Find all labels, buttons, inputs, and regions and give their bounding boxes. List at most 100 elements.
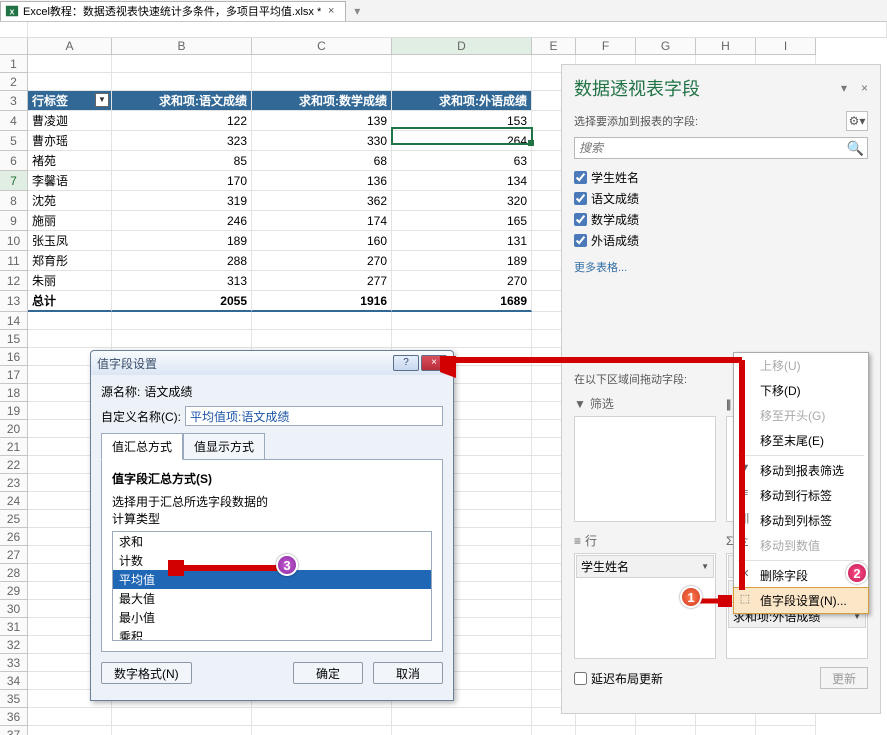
menu-move-end[interactable]: 移至末尾(E): [734, 428, 868, 453]
row-header[interactable]: 29: [0, 582, 28, 600]
cell[interactable]: 153: [392, 111, 532, 131]
cell[interactable]: [392, 73, 532, 91]
cell[interactable]: 沈苑: [28, 191, 112, 211]
calc-option[interactable]: 计数: [113, 551, 431, 570]
cell[interactable]: 求和项:语文成绩: [112, 91, 252, 111]
calc-option[interactable]: 乘积: [113, 627, 431, 641]
cell[interactable]: [252, 312, 392, 330]
new-tab-button[interactable]: ▾: [350, 4, 364, 18]
menu-value-field-settings[interactable]: ⬚值字段设置(N)...: [733, 587, 869, 614]
row-header[interactable]: 4: [0, 111, 28, 131]
tab-show-as[interactable]: 值显示方式: [183, 433, 265, 460]
cell[interactable]: [252, 726, 392, 735]
cell[interactable]: 313: [112, 271, 252, 291]
row-header[interactable]: 19: [0, 402, 28, 420]
cell[interactable]: 褚苑: [28, 151, 112, 171]
row-header[interactable]: 37: [0, 726, 28, 735]
menu-to-rowlabel[interactable]: ≡移动到行标签: [734, 483, 868, 508]
cell[interactable]: 63: [392, 151, 532, 171]
cell[interactable]: 85: [112, 151, 252, 171]
cell[interactable]: [392, 708, 532, 726]
cancel-button[interactable]: 取消: [373, 662, 443, 684]
row-header[interactable]: 7: [0, 171, 28, 191]
cell[interactable]: 189: [392, 251, 532, 271]
cell[interactable]: 264: [392, 131, 532, 151]
cell[interactable]: [696, 726, 756, 735]
cell[interactable]: 1916: [252, 291, 392, 312]
row-header[interactable]: 22: [0, 456, 28, 474]
cell[interactable]: 160: [252, 231, 392, 251]
col-header-C[interactable]: C: [252, 38, 392, 55]
search-input[interactable]: [574, 137, 868, 159]
cell[interactable]: 曹亦瑶: [28, 131, 112, 151]
calc-option[interactable]: 求和: [113, 532, 431, 551]
cell[interactable]: [28, 55, 112, 73]
gear-icon[interactable]: ⚙▾: [846, 111, 868, 131]
cell[interactable]: 求和项:数学成绩: [252, 91, 392, 111]
cell[interactable]: [28, 726, 112, 735]
row-header[interactable]: 34: [0, 672, 28, 690]
filter-area[interactable]: [574, 416, 716, 522]
calc-type-list[interactable]: 求和计数平均值最大值最小值乘积: [112, 531, 432, 641]
cell[interactable]: 68: [252, 151, 392, 171]
cell[interactable]: 270: [252, 251, 392, 271]
cell[interactable]: 170: [112, 171, 252, 191]
cell[interactable]: 施丽: [28, 211, 112, 231]
pane-close-icon[interactable]: ×: [861, 81, 868, 95]
cell[interactable]: [112, 330, 252, 348]
ok-button[interactable]: 确定: [293, 662, 363, 684]
cell[interactable]: 320: [392, 191, 532, 211]
cell[interactable]: [392, 726, 532, 735]
field-checkbox[interactable]: [574, 171, 587, 184]
col-header-A[interactable]: A: [28, 38, 112, 55]
cell[interactable]: [112, 55, 252, 73]
tab-summarize-by[interactable]: 值汇总方式: [101, 433, 183, 460]
cell[interactable]: [112, 312, 252, 330]
row-header[interactable]: 16: [0, 348, 28, 366]
more-tables-link[interactable]: 更多表格...: [574, 259, 868, 275]
cell[interactable]: [28, 708, 112, 726]
row-header[interactable]: 31: [0, 618, 28, 636]
col-header-F[interactable]: F: [576, 38, 636, 55]
row-header[interactable]: 18: [0, 384, 28, 402]
document-tab[interactable]: X Excel教程：数据透视表快速统计多条件，多项目平均值.xlsx * ×: [0, 1, 346, 21]
row-header[interactable]: 15: [0, 330, 28, 348]
col-header-I[interactable]: I: [756, 38, 816, 55]
row-header[interactable]: 12: [0, 271, 28, 291]
cell[interactable]: 270: [392, 271, 532, 291]
row-header[interactable]: 13: [0, 291, 28, 312]
cell[interactable]: [28, 73, 112, 91]
cell[interactable]: 122: [112, 111, 252, 131]
field-checkbox[interactable]: [574, 192, 587, 205]
cell[interactable]: 求和项:外语成绩: [392, 91, 532, 111]
cell[interactable]: 246: [112, 211, 252, 231]
col-header-D[interactable]: D: [392, 38, 532, 55]
field-item[interactable]: 数学成绩: [574, 209, 868, 230]
cell[interactable]: [252, 73, 392, 91]
cell[interactable]: 189: [112, 231, 252, 251]
menu-to-values[interactable]: Σ移动到数值: [734, 533, 868, 558]
field-search[interactable]: 🔍: [574, 137, 868, 159]
cell[interactable]: [392, 330, 532, 348]
cell[interactable]: [636, 726, 696, 735]
cell[interactable]: [392, 312, 532, 330]
cell[interactable]: 165: [392, 211, 532, 231]
menu-to-filter[interactable]: ▼移动到报表筛选: [734, 458, 868, 483]
row-header[interactable]: 17: [0, 366, 28, 384]
row-header[interactable]: 27: [0, 546, 28, 564]
row-header[interactable]: 25: [0, 510, 28, 528]
cell[interactable]: 277: [252, 271, 392, 291]
dialog-help-button[interactable]: ?: [393, 355, 419, 371]
row-header[interactable]: 11: [0, 251, 28, 271]
col-header-G[interactable]: G: [636, 38, 696, 55]
cell[interactable]: [28, 330, 112, 348]
cell[interactable]: 136: [252, 171, 392, 191]
calc-option[interactable]: 平均值: [113, 570, 431, 589]
row-header[interactable]: 5: [0, 131, 28, 151]
row-header[interactable]: 32: [0, 636, 28, 654]
pane-menu-icon[interactable]: ▾: [841, 81, 847, 95]
row-header[interactable]: 9: [0, 211, 28, 231]
cell[interactable]: 行标签▼: [28, 91, 112, 111]
cell[interactable]: [252, 330, 392, 348]
row-header[interactable]: 14: [0, 312, 28, 330]
